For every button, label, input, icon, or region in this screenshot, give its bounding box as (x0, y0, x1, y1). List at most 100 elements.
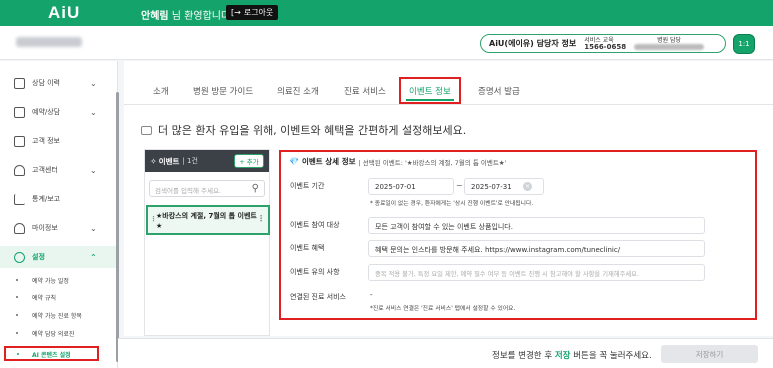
sidebar-item-customer-info[interactable]: 고객 정보 (0, 130, 118, 152)
sidebar-subitem-reservation-rules[interactable]: 예약 규칙 (0, 293, 118, 305)
main-panel: 소개 병원 방문 가이드 의료진 소개 진료 서비스 이벤트 정보 증명서 발급… (124, 61, 773, 336)
period-note: * 종료일이 없는 경우, 환자에게는 '상시 진행 이벤트'로 안내됩니다. (370, 201, 534, 207)
selected-event-text: | 선택된 이벤트: '★바캉스의 계절, 7월의 톱 이벤트★' (358, 158, 507, 167)
hospital-contact-blurred (634, 44, 705, 50)
sidebar-item-settings[interactable]: 설정 ⌃ (0, 246, 118, 268)
bottom-save-bar: 정보를 변경한 후 저장 버튼을 꼭 눌러주세요. 저장하기 (118, 338, 773, 368)
sidebar-subitem-label: 예약 담당 의료진 (32, 331, 75, 338)
logo[interactable]: AiU (48, 3, 80, 23)
sidebar-subitem-available-schedule[interactable]: 예약 가능 일정 (0, 276, 118, 288)
manager-info-box[interactable]: AiU(에이유) 담당자 정보 서비스 교육 1566-0658 병원 담당 (480, 34, 726, 53)
headset-icon (14, 164, 25, 176)
caution-input[interactable]: 중복 적용 불가, 특정 요일 제한, 예약 필수 여부 등 이벤트 진행 시 … (368, 264, 705, 281)
sidebar-subitem-ai-content[interactable]: AI 콘텐츠 설정 (4, 346, 99, 361)
sidebar-item-label: 고객센터 (32, 166, 58, 174)
sub-header: AiU(에이유) 담당자 정보 서비스 교육 1566-0658 병원 담당 1… (0, 26, 773, 60)
tab-medical-staff[interactable]: 의료진 소개 (277, 85, 319, 97)
save-reminder-suffix: 버튼을 꼭 눌러주세요. (570, 351, 652, 361)
sidebar-subitem-treatment-items[interactable]: 예약 가능 진료 항목 (0, 311, 118, 323)
sidebar-item-statistics[interactable]: 통계/보고 (0, 188, 118, 210)
welcome-suffix: 님 환영합니다. (171, 11, 234, 22)
message-square-icon (14, 77, 25, 89)
page-tagline: 더 많은 환자 유입을 위해, 이벤트와 혜택을 간편하게 설정해보세요. (141, 122, 466, 138)
event-count: | 1건 (182, 157, 198, 165)
event-list-item[interactable]: ⋮ ★바캉스의 계절, 7월의 톱 이벤트★ ⋮ (146, 205, 270, 235)
sidebar-item-label: 설정 (32, 253, 45, 261)
more-options-icon[interactable]: ⋮ (257, 214, 265, 224)
add-event-button[interactable]: + 추가 (234, 154, 264, 168)
sidebar-subitem-label: 예약 규칙 (32, 295, 56, 302)
benefit-input[interactable]: 혜택 문의는 인스타를 방문해 주세요. https://www.instagr… (368, 240, 705, 257)
sidebar: 상담 이력 ⌄ 예약/상담 ⌄ 고객 정보 고객센터 ⌄ 통계/보고 마이정보 … (0, 61, 118, 368)
sidebar-subitem-label: AI 콘텐츠 설정 (32, 352, 71, 359)
event-list-panel: ✧ 이벤트 | 1건 + 추가 검색어를 입력해 주세요. ⚲ ⋮ ★바캉스의 … (144, 149, 270, 336)
bullet-icon (16, 296, 18, 298)
detail-title: 이벤트 상세 정보 (301, 157, 356, 166)
user-name: 안혜림 (141, 11, 169, 22)
tab-event-info[interactable]: 이벤트 정보 (399, 77, 461, 104)
sidebar-subitem-medical-staff[interactable]: 예약 담당 의료진 (0, 329, 118, 341)
chevron-down-icon: ⌄ (90, 107, 97, 117)
sidebar-item-label: 예약/상담 (32, 108, 61, 116)
event-list-header: ✧ 이벤트 | 1건 + 추가 (145, 150, 269, 172)
sidebar-scrollbar[interactable] (116, 92, 119, 362)
bullet-icon (16, 279, 18, 281)
sidebar-item-label: 마이정보 (32, 224, 58, 232)
sidebar-item-reservation[interactable]: 예약/상담 ⌄ (0, 101, 118, 123)
one-on-one-chat-button[interactable]: 1:1 (733, 34, 755, 54)
logout-button[interactable]: [→ 로그아웃 (226, 5, 279, 20)
clear-date-icon[interactable]: × (523, 182, 532, 191)
sidebar-item-consult-history[interactable]: 상담 이력 ⌄ (0, 72, 118, 94)
tab-visit-guide[interactable]: 병원 방문 가이드 (193, 85, 253, 97)
search-icon[interactable]: ⚲ (252, 183, 259, 194)
event-detail-panel: 💎 이벤트 상세 정보 | 선택된 이벤트: '★바캉스의 계절, 7월의 톱 … (279, 150, 757, 320)
tab-bar: 소개 병원 방문 가이드 의료진 소개 진료 서비스 이벤트 정보 증명서 발급 (124, 77, 773, 105)
search-placeholder: 검색어를 입력해 주세요. (155, 187, 221, 195)
logout-icon: [→ (231, 8, 241, 17)
save-reminder-prefix: 정보를 변경한 후 (492, 351, 555, 361)
caution-label: 이벤트 유의 사항 (290, 268, 340, 276)
tagline-text: 더 많은 환자 유입을 위해, 이벤트와 혜택을 간편하게 설정해보세요. (158, 124, 467, 137)
sidebar-item-customer-center[interactable]: 고객센터 ⌄ (0, 159, 118, 181)
welcome-text: 안혜림 님 환영합니다. (141, 7, 233, 22)
save-reminder: 정보를 변경한 후 저장 버튼을 꼭 눌러주세요. (492, 349, 652, 361)
end-date-input[interactable]: 2025-07-31 (464, 178, 544, 195)
start-date-input[interactable]: 2025-07-01 (368, 178, 454, 195)
top-bar: AiU 안혜림 님 환영합니다. [→ 로그아웃 (0, 0, 773, 26)
save-button[interactable]: 저장하기 (661, 345, 758, 363)
chevron-down-icon: ⌄ (90, 223, 97, 233)
linked-service-value: - (370, 291, 373, 299)
benefit-label: 이벤트 혜택 (290, 244, 325, 252)
target-label: 이벤트 참여 대상 (290, 221, 340, 229)
logout-label: 로그아웃 (243, 8, 274, 17)
sidebar-item-label: 고객 정보 (32, 137, 60, 145)
hospital-contact-title: 병원 담당 (657, 37, 682, 44)
drag-handle-icon[interactable]: ⋮ (150, 214, 157, 224)
sparkle-icon: ✧ (150, 156, 157, 166)
chat-bubble-icon (141, 125, 152, 135)
chevron-down-icon: ⌄ (90, 165, 97, 175)
sidebar-subitem-label: 예약 가능 진료 항목 (32, 313, 82, 320)
hospital-contact: 병원 담당 (634, 37, 705, 50)
tab-certificate[interactable]: 증명서 발급 (478, 85, 520, 97)
person-icon (14, 222, 25, 234)
bullet-icon (16, 314, 18, 316)
user-card-icon (14, 135, 25, 147)
sidebar-item-label: 상담 이력 (32, 79, 60, 87)
tab-intro[interactable]: 소개 (153, 85, 169, 97)
sidebar-subitem-label: 예약 가능 일정 (32, 278, 69, 285)
linked-service-label: 연결된 진료 서비스 (290, 293, 346, 301)
detail-header: 💎 이벤트 상세 정보 | 선택된 이벤트: '★바캉스의 계절, 7월의 톱 … (289, 156, 506, 167)
bullet-icon (16, 332, 18, 334)
linked-service-note: *진료 서비스 연결은 '진료 서비스' 탭에서 설정할 수 있어요. (370, 306, 516, 312)
tab-treatment-services[interactable]: 진료 서비스 (344, 85, 386, 97)
date-range-tilde: ~ (456, 181, 463, 190)
target-input[interactable]: 모든 고객이 참여할 수 있는 이벤트 상품입니다. (368, 217, 705, 234)
manager-label: AiU(에이유) 담당자 정보 (489, 39, 577, 48)
event-list-title: 이벤트 (158, 156, 180, 166)
service-phone: 1566-0658 (584, 42, 627, 51)
bullet-icon (17, 353, 19, 355)
period-label: 이벤트 기간 (290, 182, 325, 190)
sidebar-item-my-info[interactable]: 마이정보 ⌄ (0, 217, 118, 239)
event-search-input[interactable]: 검색어를 입력해 주세요. ⚲ (149, 180, 265, 197)
